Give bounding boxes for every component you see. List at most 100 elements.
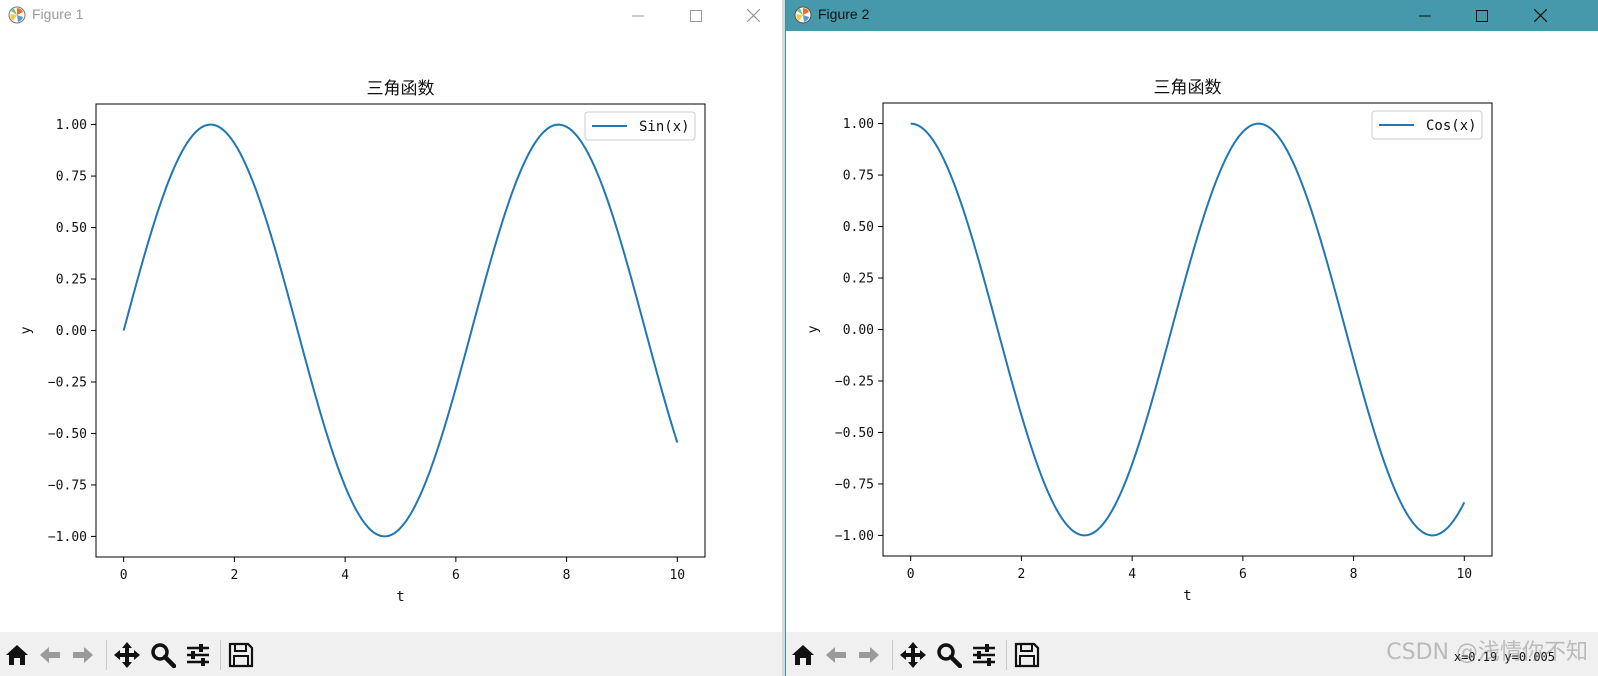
figure-window-1: Figure 1 三角函数 0 2 4 6 8 10 1.00 0.75 0.50 0.25 0.00… (0, 0, 782, 676)
figure-canvas[interactable]: 三角函数 0 2 4 6 8 10 1.00 0.75 0.50 0.25 0.00 −0.25 −0.5… (786, 31, 1598, 620)
save-icon (228, 642, 254, 668)
pan-icon (113, 641, 141, 669)
series-line (910, 122, 1466, 537)
maximize-button[interactable] (667, 0, 725, 31)
chart-title: 三角函数 (1154, 78, 1222, 98)
x-axis-label: t (1183, 588, 1191, 604)
minimize-button[interactable] (609, 0, 667, 31)
x-tick-label: 4 (341, 568, 349, 583)
configure-subplots-button[interactable] (183, 640, 213, 670)
chart-title: 三角函数 (367, 79, 435, 99)
configure-subplots-icon (185, 643, 211, 667)
minimize-icon (1419, 15, 1431, 16)
zoom-button[interactable] (934, 640, 964, 670)
title-bar[interactable]: Figure 1 (0, 0, 782, 31)
maximize-icon (1476, 9, 1488, 22)
axes-frame (95, 103, 706, 558)
forward-icon (70, 643, 96, 667)
legend-entry-label: Cos(x) (1426, 118, 1477, 134)
back-button[interactable] (35, 640, 65, 670)
back-icon (37, 643, 63, 667)
toolbar-separator (892, 640, 893, 670)
y-tick-label: −1.00 (48, 530, 87, 545)
navigation-toolbar: x=0.19 y=0.005 (786, 632, 1598, 676)
x-tick-label: 6 (1239, 567, 1247, 582)
x-tick-label: 6 (452, 568, 460, 583)
close-icon (746, 9, 760, 22)
x-tick-label: 8 (1350, 567, 1358, 582)
y-tick-label: 0.75 (56, 170, 87, 185)
configure-subplots-button[interactable] (969, 640, 999, 670)
pan-icon (899, 641, 927, 669)
back-icon (823, 643, 849, 667)
window-title: Figure 2 (818, 6, 870, 22)
legend: Cos(x) (1371, 110, 1483, 140)
y-tick-label: −0.50 (835, 426, 874, 441)
x-tick-label: 8 (563, 568, 571, 583)
y-tick-label: 0.50 (56, 221, 87, 236)
y-tick-label: 0.50 (843, 220, 874, 235)
y-tick-label: −0.75 (48, 478, 87, 493)
configure-subplots-icon (971, 643, 997, 667)
navigation-toolbar (0, 632, 782, 676)
toolbar-separator (220, 640, 221, 670)
matplotlib-app-icon (794, 6, 812, 24)
x-tick-label: 4 (1128, 567, 1136, 582)
figure-canvas[interactable]: 三角函数 0 2 4 6 8 10 1.00 0.75 0.50 0.25 0.00 −0.25 −0.5… (0, 31, 782, 620)
y-tick-label: −1.00 (835, 529, 874, 544)
minimize-icon (632, 15, 644, 16)
maximize-icon (690, 9, 702, 22)
matplotlib-app-icon (8, 6, 26, 24)
x-tick-label: 0 (120, 568, 128, 583)
y-tick-label: −0.25 (835, 374, 874, 389)
toolbar-separator (1006, 640, 1007, 670)
y-axis-label: y (806, 325, 821, 333)
zoom-icon (150, 642, 176, 668)
x-tick-label: 2 (1017, 567, 1025, 582)
y-tick-label: 0.25 (843, 272, 874, 287)
y-axis-label: y (19, 326, 34, 334)
save-button[interactable] (226, 640, 256, 670)
pan-button[interactable] (112, 640, 142, 670)
zoom-button[interactable] (148, 640, 178, 670)
close-icon (1533, 9, 1547, 22)
y-tick-label: 0.75 (843, 169, 874, 184)
save-icon (1014, 642, 1040, 668)
axes-frame (882, 102, 1493, 557)
home-icon (790, 643, 816, 667)
home-button[interactable] (788, 640, 818, 670)
x-axis-label: t (396, 589, 404, 605)
y-tick-label: 1.00 (56, 118, 87, 133)
title-bar[interactable]: Figure 2 (786, 0, 1598, 31)
y-tick-label: 0.25 (56, 273, 87, 288)
home-button[interactable] (2, 640, 32, 670)
forward-icon (856, 643, 882, 667)
close-button[interactable] (724, 0, 782, 31)
home-icon (4, 643, 30, 667)
back-button[interactable] (821, 640, 851, 670)
y-tick-label: 0.00 (843, 323, 874, 338)
series-line (122, 123, 679, 538)
maximize-button[interactable] (1453, 0, 1511, 31)
legend: Sin(x) (584, 111, 696, 141)
close-button[interactable] (1511, 0, 1569, 31)
x-tick-label: 10 (1456, 567, 1472, 582)
y-tick-label: 1.00 (843, 117, 874, 132)
x-tick-label: 2 (230, 568, 238, 583)
y-tick-label: −0.50 (48, 427, 87, 442)
pan-button[interactable] (898, 640, 928, 670)
cursor-coordinates: x=0.19 y=0.005 (1453, 650, 1555, 664)
forward-button[interactable] (854, 640, 884, 670)
zoom-icon (936, 642, 962, 668)
forward-button[interactable] (68, 640, 98, 670)
y-tick-label: 0.00 (56, 324, 87, 339)
toolbar-separator (106, 640, 107, 670)
window-title: Figure 1 (32, 6, 84, 22)
minimize-button[interactable] (1396, 0, 1454, 31)
figure-window-2: Figure 2 三角函数 0 2 4 6 8 10 1.00 0.75 0.50 0.25 0.00… (785, 0, 1598, 676)
x-tick-label: 0 (907, 567, 915, 582)
legend-entry-label: Sin(x) (639, 119, 690, 135)
y-tick-label: −0.25 (48, 375, 87, 390)
save-button[interactable] (1012, 640, 1042, 670)
y-tick-label: −0.75 (835, 477, 874, 492)
